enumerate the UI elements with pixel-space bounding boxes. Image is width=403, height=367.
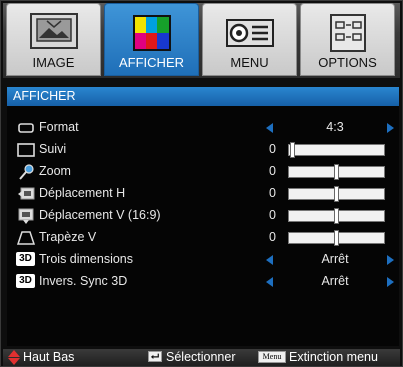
arrow-left-icon[interactable] bbox=[266, 277, 273, 287]
trapeze-v-value: 0 bbox=[269, 230, 276, 244]
suivi-value: 0 bbox=[269, 142, 276, 156]
row-format[interactable]: Format 4:3 bbox=[7, 117, 399, 139]
arrow-left-icon[interactable] bbox=[266, 123, 273, 133]
arrow-right-icon[interactable] bbox=[387, 255, 394, 265]
tab-bar: IMAGE AFFICHER MENU OPTIONS bbox=[3, 3, 400, 78]
suivi-slider-knob[interactable] bbox=[290, 142, 295, 158]
aspect-ratio-icon bbox=[18, 123, 34, 133]
suivi-slider[interactable] bbox=[288, 142, 385, 158]
projector-icon bbox=[226, 19, 274, 47]
row-deplacement-v-label: Déplacement V (16:9) bbox=[39, 208, 161, 222]
up-down-arrow-icon bbox=[8, 350, 20, 365]
tab-options-label: OPTIONS bbox=[318, 55, 377, 70]
tab-menu-label: MENU bbox=[230, 55, 269, 70]
deplacement-h-slider[interactable] bbox=[288, 186, 385, 202]
row-deplacement-h[interactable]: Déplacement H 0 bbox=[7, 183, 399, 205]
deplacement-h-value: 0 bbox=[269, 186, 276, 200]
row-trois-dimensions[interactable]: 3D Trois dimensions Arrêt bbox=[7, 249, 399, 271]
footer-nav-label: Haut Bas bbox=[23, 350, 75, 364]
row-zoom-label: Zoom bbox=[39, 164, 71, 178]
3d-icon: 3D bbox=[16, 252, 35, 266]
deplacement-v-value: 0 bbox=[269, 208, 276, 222]
row-format-label: Format bbox=[39, 120, 79, 134]
tab-image[interactable]: IMAGE bbox=[6, 3, 101, 76]
options-icon bbox=[330, 14, 366, 52]
row-zoom[interactable]: Zoom 0 bbox=[7, 161, 399, 183]
zoom-slider[interactable] bbox=[288, 164, 385, 180]
arrow-right-icon[interactable] bbox=[387, 123, 394, 133]
format-value: 4:3 bbox=[326, 120, 344, 134]
enter-key-icon bbox=[148, 351, 162, 362]
section-title: AFFICHER bbox=[7, 87, 399, 106]
tab-menu[interactable]: MENU bbox=[202, 3, 297, 76]
3d-icon: 3D bbox=[16, 274, 35, 288]
arrow-left-icon[interactable] bbox=[266, 255, 273, 265]
row-suivi[interactable]: Suivi 0 bbox=[7, 139, 399, 161]
row-deplacement-h-label: Déplacement H bbox=[39, 186, 126, 200]
row-trapeze-v[interactable]: Trapèze V 0 bbox=[7, 227, 399, 249]
trois-dimensions-value: Arrêt bbox=[321, 252, 349, 266]
osd-menu: IMAGE AFFICHER MENU OPTIONS AFFICHER For… bbox=[0, 0, 403, 367]
row-invers-sync-3d[interactable]: 3D Invers. Sync 3D Arrêt bbox=[7, 271, 399, 293]
zoom-value: 0 bbox=[269, 164, 276, 178]
screen-icon bbox=[17, 143, 35, 157]
trapeze-v-slider[interactable] bbox=[288, 230, 385, 246]
horizontal-shift-icon bbox=[18, 187, 35, 200]
row-deplacement-v[interactable]: Déplacement V (16:9) 0 bbox=[7, 205, 399, 227]
footer-bar: Haut Bas Sélectionner Menu Extinction me… bbox=[3, 349, 400, 366]
trapeze-v-slider-knob[interactable] bbox=[334, 230, 339, 246]
image-icon bbox=[30, 13, 78, 49]
deplacement-v-slider-knob[interactable] bbox=[334, 208, 339, 224]
deplacement-h-slider-knob[interactable] bbox=[334, 186, 339, 202]
tab-afficher[interactable]: AFFICHER bbox=[104, 3, 199, 76]
zoom-slider-knob[interactable] bbox=[334, 164, 339, 180]
row-trapeze-v-label: Trapèze V bbox=[39, 230, 97, 244]
row-invers-sync-3d-label: Invers. Sync 3D bbox=[39, 274, 128, 288]
vertical-shift-icon bbox=[18, 208, 34, 224]
tab-image-label: IMAGE bbox=[32, 55, 75, 70]
arrow-right-icon[interactable] bbox=[387, 277, 394, 287]
keystone-icon bbox=[17, 231, 35, 245]
footer-select-label: Sélectionner bbox=[166, 350, 236, 364]
color-bars-icon bbox=[133, 15, 171, 51]
deplacement-v-slider[interactable] bbox=[288, 208, 385, 224]
magnifier-icon bbox=[19, 164, 34, 180]
tab-options[interactable]: OPTIONS bbox=[300, 3, 395, 76]
menu-key-icon: Menu bbox=[258, 351, 286, 363]
settings-panel: Format 4:3 Suivi 0 Zoom 0 Déplacement H … bbox=[7, 106, 399, 346]
row-suivi-label: Suivi bbox=[39, 142, 67, 156]
tab-afficher-label: AFFICHER bbox=[119, 55, 184, 70]
invers-sync-3d-value: Arrêt bbox=[321, 274, 349, 288]
footer-exit-label: Extinction menu bbox=[289, 350, 378, 364]
row-trois-dimensions-label: Trois dimensions bbox=[39, 252, 134, 266]
